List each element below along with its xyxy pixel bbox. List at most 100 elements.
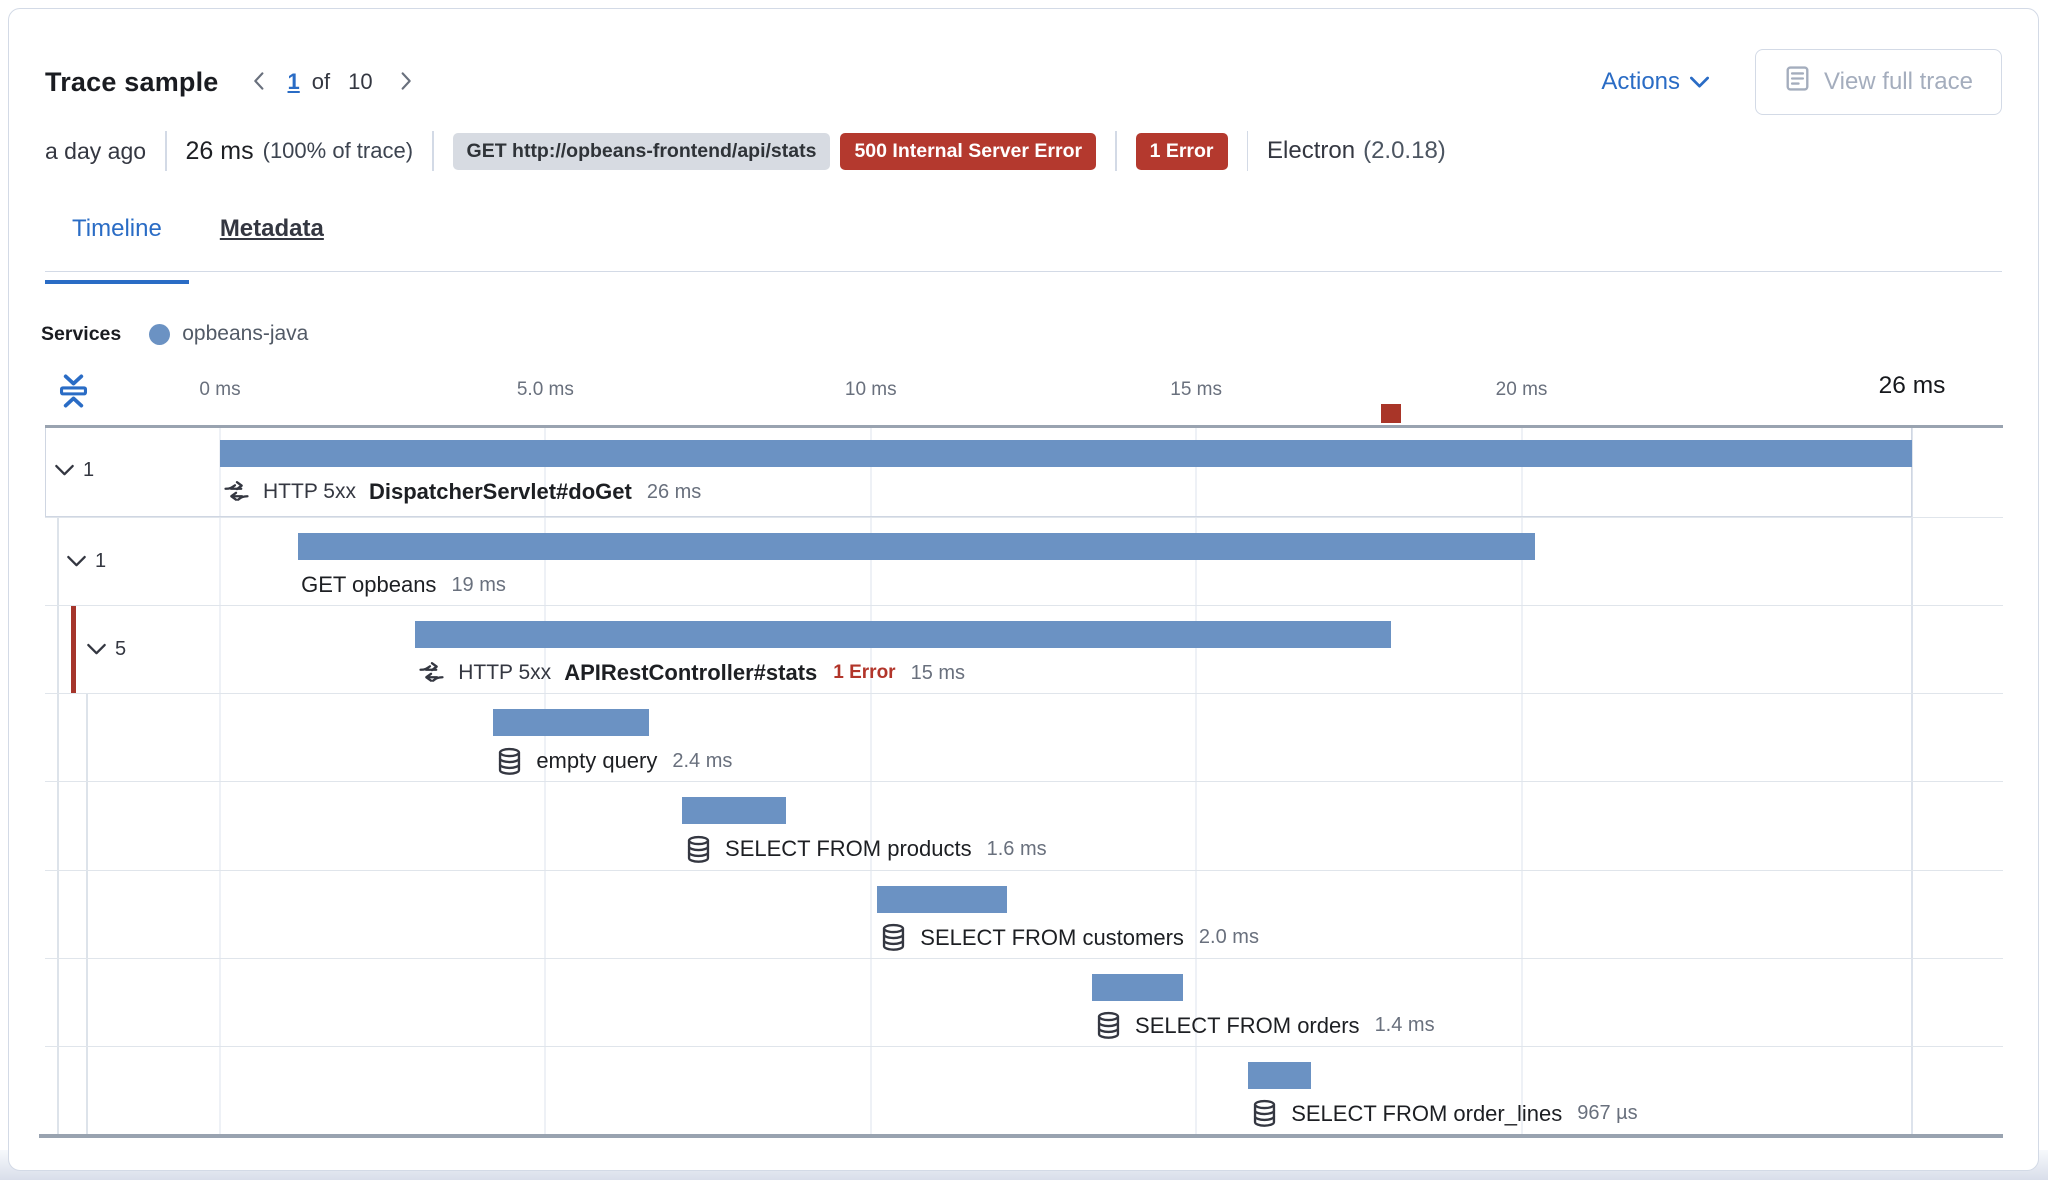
accordion-toggle[interactable]: 5: [85, 636, 128, 663]
error-count-badge[interactable]: 1 Error: [1135, 132, 1228, 170]
trace-summary-row: a day ago 26 ms (100% of trace) GET http…: [45, 127, 1446, 175]
agent-version: (2.0.18): [1363, 137, 1446, 164]
span-bar[interactable]: [682, 797, 787, 825]
error-accent-bar: [71, 606, 76, 694]
item-duration: 1.6 ms: [986, 837, 1047, 860]
panel-header: Trace sample 1 of 10 Actions View full t…: [45, 39, 2002, 125]
axis-tick-label: 15 ms: [1170, 379, 1223, 400]
prev-sample-button[interactable]: [245, 64, 274, 101]
merge-icon: [418, 661, 445, 686]
item-duration: 2.0 ms: [1198, 926, 1259, 949]
divider: [165, 131, 167, 171]
chevron-down-icon: [67, 555, 86, 568]
axis-tick-label: 5.0 ms: [516, 379, 574, 400]
span-label[interactable]: GET opbeans 19 ms: [301, 568, 506, 602]
header-right: Actions View full trace: [1601, 49, 2002, 115]
database-icon: [1251, 1099, 1278, 1128]
span-bar[interactable]: [1248, 1061, 1312, 1089]
actions-label: Actions: [1601, 68, 1681, 95]
database-icon: [496, 747, 523, 776]
tab-metadata[interactable]: Metadata: [193, 205, 351, 281]
label-prefix: HTTP 5xx: [263, 480, 356, 503]
chevron-left-icon: [249, 68, 270, 97]
actions-menu-button[interactable]: Actions: [1601, 68, 1710, 96]
label-prefix: HTTP 5xx: [458, 661, 552, 685]
service-name: opbeans-java: [182, 322, 309, 345]
next-sample-button[interactable]: [391, 64, 420, 101]
database-icon: [1095, 1011, 1122, 1040]
item-duration: 967 µs: [1577, 1102, 1638, 1125]
span-bar[interactable]: [1092, 973, 1184, 1001]
span-bar[interactable]: [493, 709, 650, 737]
span-label[interactable]: SELECT FROM order_lines 967 µs: [1251, 1097, 1638, 1131]
header-left: Trace sample 1 of 10: [45, 64, 420, 101]
span-bar[interactable]: [877, 885, 1008, 913]
waterfall-row: SELECT FROM customers 2.0 ms: [45, 869, 2003, 958]
item-duration: 26 ms: [646, 480, 702, 503]
child-count: 1: [95, 550, 107, 573]
divider: [1115, 131, 1117, 171]
waterfall-row: 1 HTTP 5xx DispatcherServlet#doGet 26 ms: [45, 425, 2003, 517]
span-label[interactable]: empty query 2.4 ms: [496, 744, 732, 778]
service-legend-dot: [149, 323, 171, 345]
pager-current-page[interactable]: 1: [288, 69, 300, 95]
document-icon: [1784, 65, 1811, 99]
item-name: SELECT FROM order_lines: [1291, 1100, 1563, 1126]
http-status-badge: 500 Internal Server Error: [840, 132, 1097, 170]
transaction-bar[interactable]: [220, 440, 1912, 467]
item-name: SELECT FROM orders: [1135, 1012, 1360, 1038]
item-name: APIRestController#stats: [564, 660, 818, 686]
axis-tick-label: 10 ms: [844, 379, 897, 400]
fold-icon[interactable]: [57, 373, 90, 414]
trace-duration: 26 ms: [185, 136, 254, 165]
waterfall-bottom-border: [39, 1134, 2003, 1138]
child-count: 5: [115, 638, 127, 661]
services-legend-title: Services: [41, 322, 122, 345]
item-duration: 19 ms: [451, 573, 506, 596]
item-name: SELECT FROM products: [725, 836, 972, 862]
trace-sample-panel: Trace sample 1 of 10 Actions View full t…: [8, 8, 2039, 1171]
waterfall-row: 1 GET opbeans 19 ms: [45, 517, 2003, 605]
merge-icon: [223, 480, 250, 505]
tab-bar: Timeline Metadata: [45, 205, 2002, 284]
waterfall-row: SELECT FROM order_lines 967 µs: [45, 1045, 2003, 1134]
view-full-trace-button[interactable]: View full trace: [1755, 49, 2002, 115]
tab-timeline[interactable]: Timeline: [45, 205, 189, 284]
divider: [1246, 131, 1249, 171]
axis-tick-label: 20 ms: [1495, 379, 1548, 400]
axis-tick-label: 0 ms: [199, 379, 241, 400]
item-name: empty query: [536, 748, 658, 774]
item-name: SELECT FROM customers: [920, 924, 1184, 950]
item-name: DispatcherServlet#doGet: [368, 479, 632, 504]
waterfall-row: SELECT FROM products 1.6 ms: [45, 781, 2003, 869]
chevron-right-icon: [395, 68, 416, 97]
item-duration: 15 ms: [910, 661, 966, 684]
span-label[interactable]: SELECT FROM orders 1.4 ms: [1095, 1009, 1435, 1043]
page-title: Trace sample: [45, 66, 219, 97]
trace-age: a day ago: [45, 137, 147, 164]
waterfall-row: 5 HTTP 5xx APIRestController#stats 1 Error 1…: [45, 605, 2003, 694]
item-error-count: 1 Error: [833, 662, 896, 684]
span-bar[interactable]: [298, 533, 1535, 560]
transaction-bar[interactable]: [415, 621, 1392, 649]
pager-total: 10: [348, 69, 373, 94]
transaction-label[interactable]: HTTP 5xx DispatcherServlet#doGet 26 ms: [223, 475, 701, 509]
waterfall-row: empty query 2.4 ms: [45, 693, 2003, 781]
item-name: GET opbeans: [301, 572, 437, 597]
error-marker[interactable]: [1381, 404, 1402, 423]
agent-name: Electron: [1267, 137, 1356, 164]
item-duration: 2.4 ms: [672, 749, 733, 772]
transaction-label[interactable]: HTTP 5xx APIRestController#stats 1 Error 15…: [418, 656, 965, 690]
span-label[interactable]: SELECT FROM customers 2.0 ms: [880, 921, 1259, 955]
waterfall-row: SELECT FROM orders 1.4 ms: [45, 957, 2003, 1046]
pager-of-label: of: [311, 69, 331, 94]
span-label[interactable]: SELECT FROM products 1.6 ms: [685, 832, 1047, 866]
database-icon: [685, 835, 712, 864]
item-duration: 1.4 ms: [1374, 1014, 1435, 1037]
timeline-waterfall-chart: 1 HTTP 5xx DispatcherServlet#doGet 26 ms 1 GE…: [39, 361, 2011, 1161]
accordion-toggle[interactable]: 1: [65, 548, 108, 575]
chevron-down-icon: [55, 464, 74, 477]
trace-duration-percent: (100% of trace): [262, 138, 414, 163]
accordion-toggle[interactable]: 1: [53, 457, 96, 484]
waterfall-top-border: [45, 425, 2003, 428]
